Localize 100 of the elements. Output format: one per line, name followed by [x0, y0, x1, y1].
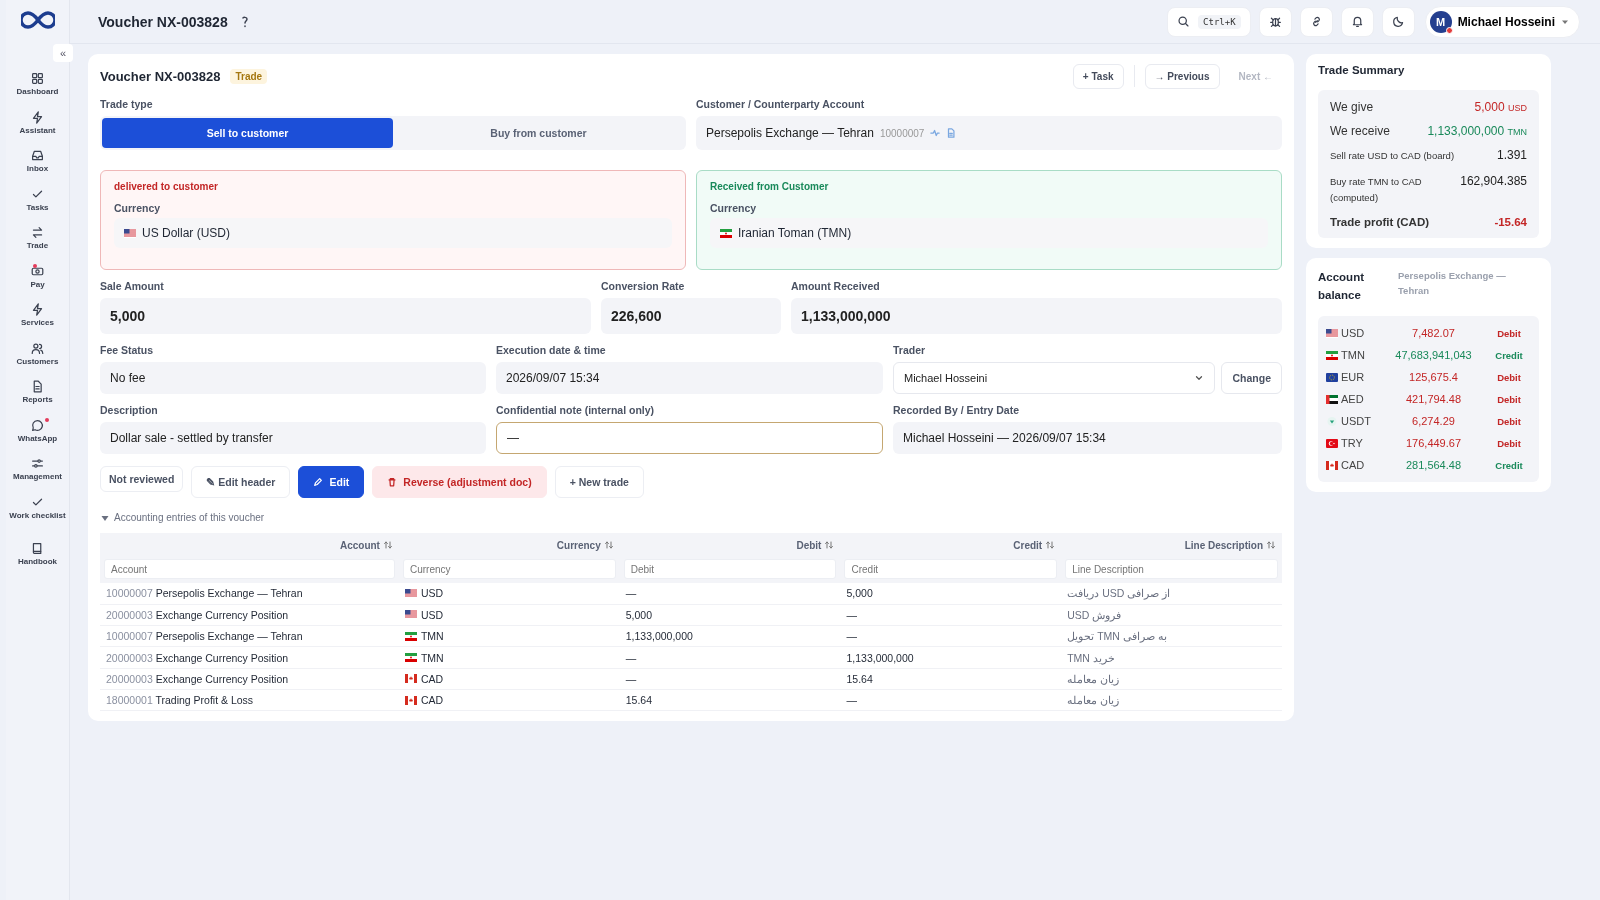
counterparty-field[interactable]: Persepolis Exchange — Tehran 10000007 [696, 116, 1282, 150]
column-header[interactable]: Line Description [1061, 533, 1282, 557]
nav-item[interactable]: Services [21, 299, 54, 338]
account-number: 10000007 [106, 630, 153, 643]
summary-label: Buy rate TMN to CAD (computed) [1330, 175, 1423, 205]
currency-field[interactable]: Iranian Toman (TMN) [710, 218, 1268, 248]
nav-item[interactable]: Inbox [26, 145, 49, 184]
amount-field[interactable]: 1,133,000,000 [791, 298, 1282, 334]
trash-icon [387, 477, 398, 487]
book-icon [31, 542, 44, 555]
sort-icon [1266, 540, 1276, 550]
action-button[interactable]: + New trade [554, 466, 644, 498]
currency-name: Iranian Toman (TMN) [738, 226, 852, 240]
bug-icon [1268, 15, 1282, 28]
column-header[interactable]: Currency [398, 533, 620, 557]
change-button[interactable]: Change [1221, 362, 1282, 394]
text-field[interactable]: No fee [100, 362, 486, 394]
grid-icon [31, 72, 44, 85]
field-label: Fee Status [100, 344, 155, 356]
table-cell: فروش USD [1061, 604, 1282, 626]
segment-option[interactable]: Buy from customer [393, 118, 684, 148]
shortcut-key: Ctrl+K [1198, 14, 1241, 29]
document-icon [31, 380, 44, 393]
field-label: Amount Received [791, 280, 881, 292]
filter-input[interactable]: Credit [844, 559, 1058, 579]
users-icon [31, 341, 44, 355]
account-name: Persepolis Exchange — Tehran [1398, 269, 1507, 298]
sort-icon [382, 540, 393, 550]
filter-input[interactable]: Currency [402, 559, 616, 579]
nav-item[interactable]: Assistant [19, 106, 56, 145]
nav-item[interactable]: Dashboard [16, 68, 59, 107]
review-status-button[interactable]: Not reviewed [100, 466, 184, 492]
theme-button[interactable] [1381, 6, 1415, 37]
search-icon [1177, 15, 1191, 28]
table-cell: — [619, 646, 841, 669]
amount-field[interactable]: 226,600 [601, 298, 781, 334]
amount-field[interactable]: 5,000 [100, 298, 591, 334]
currency-field[interactable]: US Dollar (USD) [114, 218, 672, 248]
canada-flag-icon [404, 695, 417, 705]
nav-item[interactable]: Management [13, 453, 62, 492]
column-header[interactable]: Account [100, 533, 399, 557]
card-title: Account balance [1318, 270, 1365, 303]
balance-amount: 176,449.67 [1404, 437, 1463, 449]
balance-amount: 7,482.07 [1411, 327, 1456, 339]
nav-item[interactable]: Work checklist [9, 491, 66, 530]
inbox-icon [31, 149, 44, 162]
trader-select[interactable]: Michael Hosseini [893, 362, 1216, 394]
search-button[interactable]: Ctrl+K [1167, 6, 1251, 37]
filter-input[interactable]: Account [104, 559, 395, 579]
notifications-button[interactable] [1340, 6, 1374, 37]
link-button[interactable] [1299, 6, 1333, 37]
iran-flag-icon [720, 228, 732, 238]
account-name: Persepolis Exchange — Tehran [155, 630, 303, 643]
action-button[interactable]: Edit [298, 466, 365, 498]
segment-option[interactable]: Sell to customer [102, 118, 393, 148]
section-toggle[interactable]: Accounting entries of this voucher [100, 512, 265, 523]
nav-item[interactable]: Pay [30, 260, 45, 299]
balance-amount: 281,564.48 [1404, 459, 1463, 471]
table-cell: — [840, 604, 1062, 626]
us-flag-icon [404, 588, 417, 598]
note-field[interactable]: — [496, 422, 883, 454]
moon-icon [1391, 15, 1405, 28]
nav-item[interactable]: Handbook [17, 538, 58, 577]
chat-bubble-icon [31, 418, 44, 432]
summary-label: Trade profit (CAD) [1330, 216, 1430, 228]
nav-item[interactable]: Trade [26, 222, 49, 261]
account-name: Persepolis Exchange — Tehran [706, 126, 874, 140]
nav-button[interactable]: + Task [1072, 63, 1124, 89]
summary-value: 1,133,000,000 TMN [1427, 124, 1527, 138]
bug-button[interactable] [1258, 6, 1292, 37]
card-title: Trade Summary [1318, 64, 1406, 76]
nav-item[interactable]: Reports [22, 376, 53, 415]
balance-status: Credit [1494, 349, 1524, 361]
sort-icon [824, 540, 835, 550]
nav-item[interactable]: Customers [16, 337, 59, 376]
user-menu[interactable]: M Michael Hosseini [1424, 5, 1580, 38]
balance-amount: 125,675.4 [1408, 371, 1459, 383]
column-header[interactable]: Debit [619, 533, 841, 557]
field-label: Recorded By / Entry Date [893, 404, 1021, 416]
trade-badge: Trade [230, 68, 268, 84]
eu-flag-icon [1326, 372, 1338, 382]
action-button[interactable]: ✎ Edit header [191, 466, 291, 498]
collapse-button[interactable]: « [53, 44, 73, 62]
action-button[interactable]: Reverse (adjustment doc) [372, 466, 547, 498]
text-field[interactable]: Dollar sale - settled by transfer [100, 422, 486, 454]
uae-flag-icon [1326, 394, 1338, 404]
pulse-icon [930, 128, 941, 138]
nav-button[interactable]: → Previous [1144, 63, 1220, 89]
filter-input[interactable]: Line Description [1065, 559, 1278, 579]
us-flag-icon [124, 228, 136, 238]
currency-code: TMN [1326, 349, 1380, 361]
summary-label: We receive [1330, 124, 1390, 138]
nav-item[interactable]: Tasks [26, 183, 49, 222]
column-header[interactable]: Credit [840, 533, 1062, 557]
filter-input[interactable]: Debit [623, 559, 837, 579]
field-label: Conversion Rate [601, 280, 686, 292]
nav-item[interactable]: WhatsApp [17, 414, 58, 453]
table-cell: زیان معامله [1061, 689, 1282, 711]
text-field[interactable]: Michael Hosseini — 2026/09/07 15:34 [893, 422, 1282, 454]
text-field[interactable]: 2026/09/07 15:34 [496, 362, 883, 394]
